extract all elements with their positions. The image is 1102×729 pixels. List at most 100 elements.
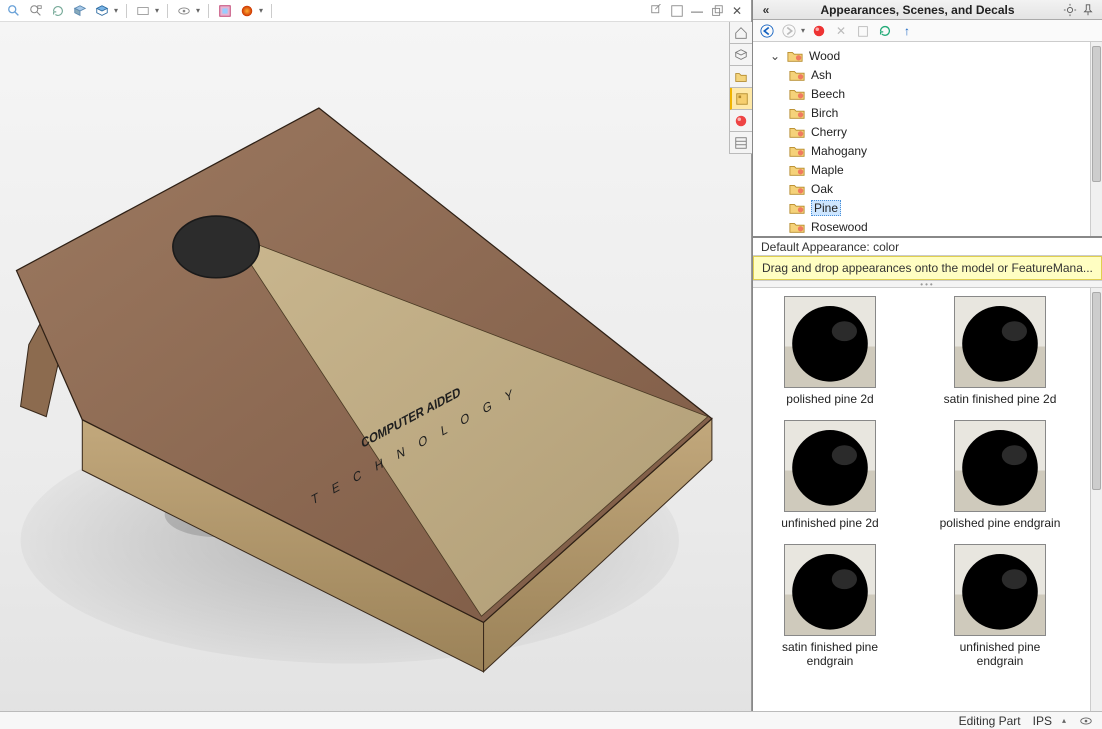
tree-label: Birch bbox=[811, 106, 838, 120]
tree-node-rosewood[interactable]: Rosewood bbox=[753, 217, 1102, 236]
back-icon[interactable] bbox=[759, 23, 775, 39]
rotate-icon[interactable] bbox=[50, 3, 66, 19]
tree-node-wood[interactable]: ⌄ Wood bbox=[753, 46, 1102, 65]
tree-node-maple[interactable]: Maple bbox=[753, 160, 1102, 179]
swatch-caption: polished pine 2d bbox=[786, 392, 873, 406]
tree-node-mahogany[interactable]: Mahogany bbox=[753, 141, 1102, 160]
display-style-icon[interactable] bbox=[94, 3, 110, 19]
status-eye-icon[interactable] bbox=[1078, 713, 1094, 729]
swatch-thumb[interactable] bbox=[784, 296, 876, 388]
swatch-thumb[interactable] bbox=[954, 296, 1046, 388]
delete-icon[interactable]: ✕ bbox=[833, 23, 849, 39]
restore-icon[interactable] bbox=[709, 3, 725, 19]
hide-show-icon[interactable] bbox=[135, 3, 151, 19]
search-icon[interactable] bbox=[6, 3, 22, 19]
swatch-caption: unfinished pine 2d bbox=[781, 516, 878, 530]
appearance-swatches: polished pine 2d satin finished pine 2d un… bbox=[753, 288, 1102, 729]
swatch-caption: unfinished pine endgrain bbox=[935, 640, 1065, 668]
tree-label: Cherry bbox=[811, 125, 847, 139]
tab-design-library[interactable] bbox=[730, 44, 752, 66]
status-units[interactable]: IPS bbox=[1033, 714, 1052, 728]
toolbar-divider bbox=[208, 4, 209, 18]
refresh-icon[interactable] bbox=[877, 23, 893, 39]
swatch-item[interactable]: unfinished pine 2d bbox=[765, 420, 895, 530]
panel-nav-bar: ▾ ✕ ↑ bbox=[753, 20, 1102, 42]
gear-icon[interactable] bbox=[1062, 2, 1078, 18]
swatch-item[interactable]: satin finished pine 2d bbox=[935, 296, 1065, 406]
section-icon[interactable] bbox=[72, 3, 88, 19]
appearance-icon[interactable] bbox=[239, 3, 255, 19]
toolbar-divider bbox=[271, 4, 272, 18]
tab-home[interactable] bbox=[730, 22, 752, 44]
appearance-orb-icon[interactable] bbox=[811, 23, 827, 39]
scrollbar-thumb[interactable] bbox=[1092, 292, 1101, 490]
swatch-caption: satin finished pine endgrain bbox=[765, 640, 895, 668]
dropdown-icon[interactable]: ▾ bbox=[114, 6, 118, 15]
zoom-to-fit-icon[interactable] bbox=[28, 3, 44, 19]
tree-label: Ash bbox=[811, 68, 832, 82]
app-root: ▾ ▾ ▾ ▾ — ✕ bbox=[0, 0, 1102, 729]
paste-icon[interactable] bbox=[855, 23, 871, 39]
minimize-icon[interactable]: — bbox=[689, 3, 705, 19]
tree-label: Rosewood bbox=[811, 220, 868, 234]
tree-node-oak[interactable]: Oak bbox=[753, 179, 1102, 198]
tree-label: Oak bbox=[811, 182, 833, 196]
graphics-viewport[interactable]: COMPUTER AIDED T E C H N O L O G Y bbox=[0, 22, 751, 729]
tab-file-explorer[interactable] bbox=[730, 66, 752, 88]
view-toolbar: ▾ ▾ ▾ ▾ — ✕ bbox=[0, 0, 751, 22]
toolbar-divider bbox=[126, 4, 127, 18]
splitter-grip[interactable]: ••• bbox=[753, 280, 1102, 288]
undock-icon[interactable] bbox=[649, 3, 665, 19]
swatch-item[interactable]: polished pine 2d bbox=[765, 296, 895, 406]
dropdown-icon[interactable]: ▾ bbox=[196, 6, 200, 15]
up-icon[interactable]: ↑ bbox=[899, 23, 915, 39]
swatch-item[interactable]: polished pine endgrain bbox=[935, 420, 1065, 530]
hint-bar: Drag and drop appearances onto the model… bbox=[753, 256, 1102, 280]
tab-view-palette[interactable] bbox=[730, 88, 752, 110]
scrollbar-thumb[interactable] bbox=[1092, 46, 1101, 182]
eye-icon[interactable] bbox=[176, 3, 192, 19]
model-render: COMPUTER AIDED T E C H N O L O G Y bbox=[0, 22, 751, 729]
forward-icon[interactable] bbox=[781, 23, 797, 39]
collapse-button[interactable]: « bbox=[759, 3, 773, 17]
appearance-tree: ⌄ Wood Ash Beech Birch Cherry Mahogany Maple Oak… bbox=[753, 42, 1102, 238]
swatch-thumb[interactable] bbox=[954, 544, 1046, 636]
history-dropdown-icon[interactable]: ▾ bbox=[801, 26, 805, 35]
units-dropdown-icon[interactable]: ▴ bbox=[1062, 716, 1066, 725]
tree-label: Wood bbox=[809, 49, 840, 63]
swatch-item[interactable]: satin finished pine endgrain bbox=[765, 544, 895, 668]
tree-scrollbar[interactable] bbox=[1090, 42, 1102, 236]
panel-header: « Appearances, Scenes, and Decals bbox=[753, 0, 1102, 20]
tree-node-cherry[interactable]: Cherry bbox=[753, 122, 1102, 141]
close-icon[interactable]: ✕ bbox=[729, 3, 745, 19]
toolbar-divider bbox=[167, 4, 168, 18]
swatch-caption: satin finished pine 2d bbox=[944, 392, 1057, 406]
dropdown-icon[interactable]: ▾ bbox=[155, 6, 159, 15]
swatch-thumb[interactable] bbox=[954, 420, 1046, 512]
scene-icon[interactable] bbox=[217, 3, 233, 19]
chevron-down-icon[interactable]: ⌄ bbox=[769, 49, 781, 63]
tree-node-pine[interactable]: Pine bbox=[753, 198, 1102, 217]
tab-appearances[interactable] bbox=[730, 110, 752, 132]
panel-title: Appearances, Scenes, and Decals bbox=[773, 3, 1062, 17]
left-zone: ▾ ▾ ▾ ▾ — ✕ bbox=[0, 0, 752, 729]
pin-icon[interactable] bbox=[1080, 2, 1096, 18]
maximize-icon[interactable] bbox=[669, 3, 685, 19]
tree-node-ash[interactable]: Ash bbox=[753, 65, 1102, 84]
swatch-scrollbar[interactable] bbox=[1090, 288, 1102, 729]
tree-label: Mahogany bbox=[811, 144, 867, 158]
tree-node-beech[interactable]: Beech bbox=[753, 84, 1102, 103]
tree-node-birch[interactable]: Birch bbox=[753, 103, 1102, 122]
appearances-panel: « Appearances, Scenes, and Decals ▾ ✕ ↑ … bbox=[752, 0, 1102, 729]
dropdown-icon[interactable]: ▾ bbox=[259, 6, 263, 15]
swatch-item[interactable]: unfinished pine endgrain bbox=[935, 544, 1065, 668]
task-pane-tabs bbox=[729, 22, 751, 154]
tree-label: Maple bbox=[811, 163, 844, 177]
tree-label: Pine bbox=[811, 200, 841, 216]
default-appearance-label: Default Appearance: color bbox=[753, 238, 1102, 256]
swatch-thumb[interactable] bbox=[784, 544, 876, 636]
tab-custom-props[interactable] bbox=[730, 132, 752, 154]
swatch-thumb[interactable] bbox=[784, 420, 876, 512]
status-bar: Editing Part IPS ▴ bbox=[0, 711, 1102, 729]
swatch-caption: polished pine endgrain bbox=[940, 516, 1061, 530]
